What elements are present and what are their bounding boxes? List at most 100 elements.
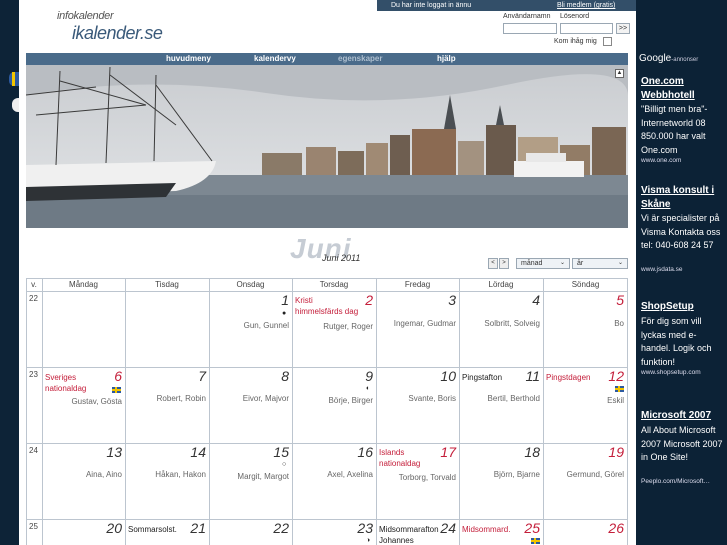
name-day: Germund, Görel — [566, 470, 624, 479]
week-number: 22 — [29, 294, 38, 303]
day-23[interactable]: 23 — [292, 520, 373, 536]
day-1[interactable]: 1 — [209, 292, 289, 308]
swedish-flag-icon — [112, 387, 121, 393]
day-25[interactable]: 25 — [459, 520, 540, 536]
day-4[interactable]: 4 — [459, 292, 540, 308]
grid-line — [209, 278, 210, 545]
day-9[interactable]: 9 — [292, 368, 373, 384]
remember-label: Kom ihåg mig — [554, 38, 597, 45]
day-8[interactable]: 8 — [209, 368, 289, 384]
day-12[interactable]: 12 — [543, 368, 624, 384]
col-tuesday: Tisdag — [155, 280, 179, 289]
nav-calendar-view[interactable]: kalendervy — [254, 53, 296, 65]
name-day: Aina, Aino — [85, 470, 122, 479]
day-13[interactable]: 13 — [42, 444, 122, 460]
chevron-down-icon: ⌄ — [617, 260, 623, 266]
day-18[interactable]: 18 — [459, 444, 540, 460]
month-title: Juni 2011 — [322, 253, 361, 263]
grid-line — [292, 278, 293, 545]
nav-properties[interactable]: egenskaper — [338, 53, 382, 65]
moon-phase-icon: ◐ — [366, 385, 371, 392]
name-day: Rutger, Roger — [323, 322, 373, 331]
scroll-top-button[interactable]: ▲ — [615, 69, 624, 78]
name-day: Bo — [614, 319, 624, 328]
ads-header-suffix: -annonser — [671, 57, 699, 63]
ad-text: För dig som vill lyckas med e-handel. Lo… — [641, 316, 712, 367]
nav-main-menu[interactable]: huvudmeny — [166, 53, 211, 65]
day-3[interactable]: 3 — [376, 292, 456, 308]
grid-line — [26, 278, 27, 545]
nav-help[interactable]: hjälp — [437, 53, 456, 65]
ad-title[interactable]: Microsoft 2007 — [641, 409, 725, 423]
login-bar: Du har inte loggat in ännu Bli medlem (g… — [377, 0, 636, 11]
google-logo: Google — [639, 53, 672, 64]
day-22[interactable]: 22 — [209, 520, 289, 536]
signup-link[interactable]: Bli medlem (gratis) — [557, 0, 615, 11]
name-day: Torborg, Torvald — [398, 473, 456, 482]
col-thursday: Torsdag — [319, 280, 349, 289]
grid-line — [26, 278, 628, 279]
day-19[interactable]: 19 — [543, 444, 624, 460]
view-select[interactable]: månad ⌄ — [516, 258, 570, 269]
login-button[interactable]: >> — [616, 23, 630, 34]
chevron-down-icon: ⌄ — [559, 260, 565, 266]
ad-title[interactable]: Visma konsult i Skåne — [641, 184, 725, 212]
col-monday: Måndag — [69, 280, 98, 289]
day-26[interactable]: 26 — [543, 520, 624, 536]
name-day: Eivor, Majvor — [242, 394, 289, 403]
day-15[interactable]: 15 — [209, 444, 289, 460]
ad-url[interactable]: www.shopsetup.com — [641, 369, 701, 376]
site-logo[interactable]: ikalender.se — [72, 23, 163, 44]
prev-month-button[interactable]: < — [488, 258, 498, 269]
day-24[interactable]: 24 — [376, 520, 456, 536]
name-day: Eskil — [607, 396, 624, 405]
day-6[interactable]: 6 — [42, 368, 122, 384]
username-label: Användarnamn — [503, 13, 551, 20]
main-nav: huvudmeny kalendervy egenskaper hjälp — [26, 53, 628, 65]
name-day: Axel, Axelina — [327, 470, 373, 479]
day-14[interactable]: 14 — [125, 444, 206, 460]
ad-url[interactable]: Peeplo.com/Microsoft… — [641, 478, 725, 485]
name-day: Solbritt, Solveig — [484, 319, 540, 328]
ad-title[interactable]: ShopSetup — [641, 300, 725, 314]
ad-url[interactable]: www.one.com — [641, 157, 681, 164]
ad-text: All About Microsoft 2007 Microsoft 2007 … — [641, 425, 723, 462]
day-21[interactable]: 21 — [125, 520, 206, 536]
remember-checkbox[interactable] — [603, 37, 612, 46]
password-input[interactable] — [560, 23, 613, 34]
username-input[interactable] — [503, 23, 557, 34]
view-select-value: månad — [521, 260, 543, 267]
full-moon-icon: ● — [282, 310, 287, 317]
day-11[interactable]: 11 — [459, 368, 540, 384]
year-select[interactable]: år ⌄ — [572, 258, 628, 269]
ad-url[interactable]: www.jsdata.se — [641, 266, 683, 273]
day-2[interactable]: 2 — [292, 292, 373, 308]
day-5[interactable]: 5 — [543, 292, 624, 308]
left-strip — [0, 0, 19, 545]
swedish-flag-icon — [9, 72, 19, 86]
moon-phase-icon: ◑ — [366, 537, 371, 544]
day-20[interactable]: 20 — [42, 520, 122, 536]
day-16[interactable]: 16 — [292, 444, 373, 460]
next-month-button[interactable]: > — [499, 258, 509, 269]
day-7[interactable]: 7 — [125, 368, 206, 384]
name-day: Svante, Boris — [408, 394, 456, 403]
swedish-flag-icon — [615, 386, 624, 392]
ads-header[interactable]: Google-annonser — [639, 53, 698, 64]
day-10[interactable]: 10 — [376, 368, 456, 384]
decorative-shape — [12, 98, 19, 112]
year-select-value: år — [577, 260, 584, 267]
ads-sidebar: Google-annonser One.com Webbhotell "Bill… — [636, 0, 727, 545]
name-day: Robert, Robin — [156, 394, 206, 403]
name-day: Börje, Birger — [328, 396, 373, 405]
day-17[interactable]: 17 — [376, 444, 456, 460]
week-number: 23 — [29, 370, 38, 379]
ad-title[interactable]: One.com Webbhotell — [641, 75, 725, 103]
name-day: Bertil, Berthold — [487, 394, 540, 403]
col-saturday: Lördag — [488, 280, 514, 289]
name-day: Ingemar, Gudmar — [393, 319, 456, 328]
swedish-flag-icon — [531, 538, 540, 544]
logo-tagline: infokalender — [57, 10, 114, 22]
name-day: Margit, Margot — [237, 472, 289, 481]
main-page: infokalender ikalender.se Du har inte lo… — [19, 0, 636, 545]
